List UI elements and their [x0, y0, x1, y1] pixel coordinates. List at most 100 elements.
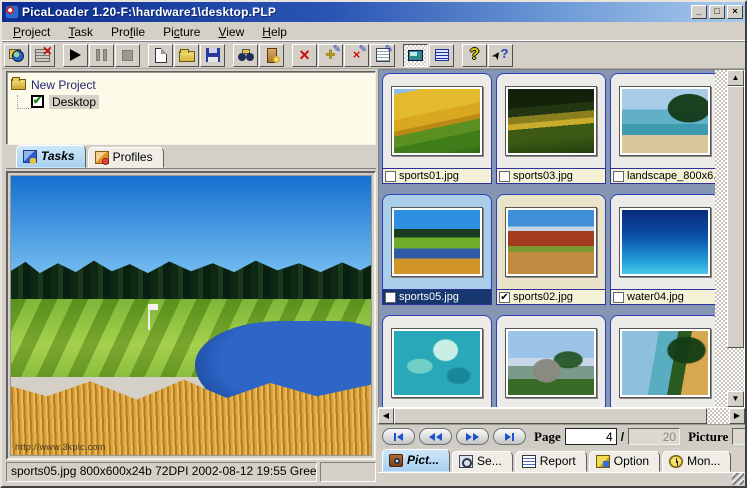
menu-bar: ProjectTaskProfilePictureViewHelp — [2, 22, 745, 42]
pagination-bar: Page / Picture — [378, 424, 745, 448]
pause-button[interactable] — [89, 44, 114, 67]
thumbnail-row: sports01.jpg sports03.jpg landscape_800x… — [379, 70, 727, 184]
scroll-right-icon[interactable]: ▶ — [729, 408, 745, 424]
maximize-button[interactable]: □ — [709, 5, 725, 19]
add-wizard-button[interactable]: +✎ — [318, 44, 343, 67]
title-bar: PicaLoader 1.20-F:\hardware1\desktop.PLP… — [2, 2, 745, 22]
find-picture-icon — [238, 49, 254, 61]
close-button[interactable]: × — [727, 5, 743, 19]
tree-child-label[interactable]: Desktop — [49, 95, 99, 109]
tab-profiles[interactable]: Profiles — [88, 147, 164, 168]
thumbnail-cell[interactable]: sports03.jpg — [496, 73, 606, 184]
thumbnail-checkbox[interactable] — [613, 171, 624, 182]
delete-task-button[interactable] — [30, 44, 55, 67]
tree-child-row[interactable]: ✔ Desktop — [9, 93, 373, 110]
thumbnail-filename: sports03.jpg — [513, 170, 573, 182]
thumbnail-cell[interactable]: water04.jpg — [610, 194, 720, 305]
help-icon: ? — [470, 46, 480, 64]
save-project-button[interactable] — [200, 44, 225, 67]
horizontal-scroll-track[interactable] — [394, 408, 729, 424]
open-project-button[interactable] — [174, 44, 199, 67]
preview-image[interactable]: http://www.3kpic.com — [10, 175, 372, 456]
folder-icon — [11, 79, 26, 90]
context-help-button[interactable] — [488, 44, 513, 67]
page-input[interactable] — [565, 428, 617, 445]
preview-sky — [11, 176, 371, 282]
menu-item-view[interactable]: View — [209, 23, 253, 41]
picture-panel: sports01.jpg sports03.jpg landscape_800x… — [378, 69, 745, 486]
horizontal-scroll-thumb[interactable] — [394, 408, 707, 424]
thumbnail-image[interactable] — [622, 210, 708, 274]
thumbnail-image[interactable] — [622, 89, 708, 153]
menu-item-task[interactable]: Task — [59, 23, 102, 41]
menu-item-profile[interactable]: Profile — [102, 23, 154, 41]
start-button[interactable] — [63, 44, 88, 67]
first-page-button[interactable] — [382, 428, 415, 445]
tab-se[interactable]: Se... — [452, 451, 513, 472]
minimize-button[interactable]: _ — [691, 5, 707, 19]
tab-label: Profiles — [113, 150, 153, 164]
thumbnail-image[interactable] — [394, 89, 480, 153]
thumbnail-image[interactable] — [622, 331, 708, 395]
thumbnail-checkbox[interactable]: ✔ — [499, 292, 510, 303]
thumbnail-cell[interactable]: ✔ sports02.jpg — [496, 194, 606, 305]
thumbnail-image[interactable] — [508, 331, 594, 395]
vertical-scrollbar[interactable]: ▲ ▼ — [727, 70, 744, 407]
delete-picture-button[interactable]: × — [292, 44, 317, 67]
task-tree: New Project ✔ Desktop — [6, 71, 376, 145]
thumbnail-checkbox[interactable] — [385, 171, 396, 182]
thumbnail-cell[interactable]: landscape_800x6... — [610, 73, 720, 184]
menu-item-picture[interactable]: Picture — [154, 23, 209, 41]
thumbnail-checkbox[interactable] — [385, 292, 396, 303]
stop-button[interactable] — [115, 44, 140, 67]
last-page-button[interactable] — [493, 428, 526, 445]
previous-page-button[interactable] — [419, 428, 452, 445]
thumbnail-cell[interactable] — [610, 315, 720, 407]
thumbnail-view-button[interactable] — [403, 44, 428, 67]
help-button[interactable]: ? — [462, 44, 487, 67]
task-checkbox[interactable]: ✔ — [31, 95, 44, 108]
pencil-icon: ✎ — [333, 45, 341, 54]
thumbnail-cell[interactable]: sports05.jpg — [382, 194, 492, 305]
thumbnail-cell[interactable]: sports01.jpg — [382, 73, 492, 184]
details-view-button[interactable] — [429, 44, 454, 67]
vertical-scroll-track[interactable] — [727, 86, 744, 391]
profile-page-icon — [95, 151, 109, 164]
new-task-button[interactable] — [4, 44, 29, 67]
remove-wizard-button[interactable]: ×✎ — [344, 44, 369, 67]
tab-option[interactable]: Option — [589, 451, 660, 472]
tab-tasks[interactable]: Tasks — [16, 145, 86, 168]
thumbnail-image[interactable] — [394, 210, 480, 274]
page-total-field — [628, 428, 680, 445]
horizontal-scrollbar[interactable]: ◀ ▶ — [378, 408, 745, 424]
vertical-scroll-thumb[interactable] — [727, 86, 744, 348]
export-button[interactable] — [259, 44, 284, 67]
export-icon — [267, 48, 277, 63]
thumbnail-cell[interactable] — [382, 315, 492, 407]
thumbnail-checkbox[interactable] — [499, 171, 510, 182]
next-page-button[interactable] — [456, 428, 489, 445]
scroll-left-icon[interactable]: ◀ — [378, 408, 394, 424]
scroll-down-icon[interactable]: ▼ — [727, 391, 744, 407]
resize-grip[interactable] — [732, 473, 744, 485]
save-project-icon — [206, 48, 220, 62]
menu-item-project[interactable]: Project — [4, 23, 59, 41]
tab-report[interactable]: Report — [515, 451, 587, 472]
stop-icon — [122, 50, 133, 61]
thumbnail-image[interactable] — [508, 89, 594, 153]
thumbnail-image[interactable] — [508, 210, 594, 274]
delete-task-icon — [35, 49, 50, 62]
thumbnail-checkbox[interactable] — [613, 292, 624, 303]
new-project-button[interactable] — [148, 44, 173, 67]
tab-pict[interactable]: Pict... — [382, 449, 450, 472]
tree-root-row[interactable]: New Project — [9, 76, 373, 93]
properties-button[interactable]: ✎ — [370, 44, 395, 67]
thumbnail-image[interactable] — [394, 331, 480, 395]
tab-mon[interactable]: Mon... — [662, 451, 731, 472]
thumbnail-cell[interactable] — [496, 315, 606, 407]
find-picture-button[interactable] — [233, 44, 258, 67]
menu-item-help[interactable]: Help — [253, 23, 296, 41]
thumbnail-row: sports05.jpg ✔ sports02.jpg water04.jpg — [379, 191, 727, 305]
scroll-up-icon[interactable]: ▲ — [727, 70, 744, 86]
next-page-icon — [473, 433, 479, 441]
